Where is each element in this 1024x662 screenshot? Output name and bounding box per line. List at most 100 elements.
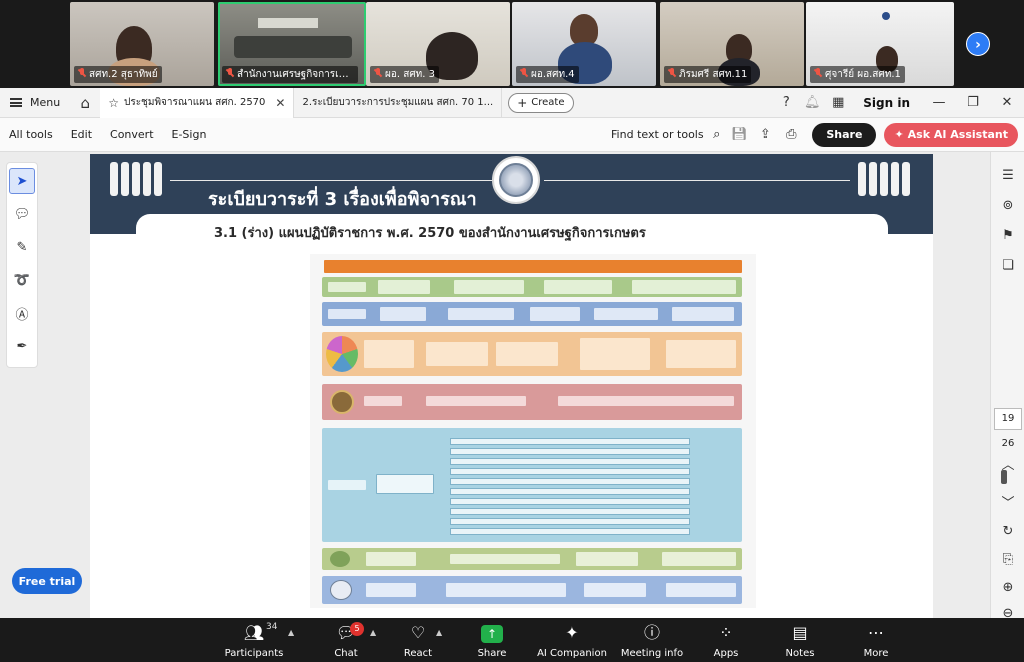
text-box-icon[interactable]: Ⓐ — [9, 300, 35, 326]
diagram-banner — [324, 260, 742, 273]
apps-grid-icon[interactable]: ▦ — [825, 88, 851, 118]
mic-muted-icon — [668, 68, 676, 78]
print-icon[interactable]: ⎙ — [778, 120, 804, 150]
participant-name: ผอ. สศท. 3 — [370, 66, 439, 83]
slide-title: ระเบียบวาระที่ 3 เรื่องเพื่อพิจารณา — [208, 189, 477, 210]
pdf-page: ระเบียบวาระที่ 3 เรื่องเพื่อพิจารณา 3.1 … — [90, 154, 933, 620]
mic-muted-icon — [520, 68, 528, 78]
diagram-row-level3 — [322, 332, 742, 376]
share-screen-button[interactable]: ↑ Share — [452, 622, 532, 659]
chevron-up-icon[interactable]: ▲ — [436, 628, 442, 637]
quick-tools-rail: ➤ 💬︎ ✎ ➰ Ⓐ ✒ — [6, 162, 38, 368]
mic-muted-icon — [78, 68, 86, 78]
convert-menu[interactable]: Convert — [101, 128, 163, 141]
notes-icon: ▤ — [792, 623, 808, 642]
more-icon: ⋯ — [868, 623, 884, 642]
participant-name: ศุจารีย์ ผอ.สศท.1 — [810, 66, 905, 83]
plus-icon: + — [517, 95, 528, 110]
rotate-icon[interactable]: ↻ — [991, 516, 1024, 546]
close-icon[interactable]: ✕ — [275, 96, 285, 110]
heart-icon: ♡ — [410, 623, 426, 642]
strategy-wheel-icon — [326, 336, 358, 372]
window-close-icon[interactable]: ✕ — [990, 95, 1024, 110]
chevron-up-icon[interactable]: ︿ — [991, 448, 1024, 478]
select-pointer-icon[interactable]: ➤ — [9, 168, 35, 194]
page-number-input[interactable]: 19 — [994, 408, 1022, 430]
sign-in-button[interactable]: Sign in — [851, 96, 922, 110]
participant-tile[interactable]: ผอ.สศท.4 — [512, 2, 656, 86]
participant-tile[interactable]: ผอ. สศท. 3 — [366, 2, 510, 86]
bell-icon[interactable]: 🔔︎ — [799, 88, 825, 118]
tab-label: 2.ระเบียบวาระการประชุมแผน สศก. 70 1... — [302, 97, 494, 108]
pages-panel-icon[interactable]: ❏ — [991, 250, 1024, 280]
ai-companion-button[interactable]: ✦ AI Companion — [532, 622, 612, 659]
star-icon[interactable]: ☆ — [108, 96, 119, 110]
save-icon[interactable]: 💾︎ — [726, 120, 752, 150]
more-button[interactable]: ⋯ More — [836, 622, 916, 659]
share-button[interactable]: Share — [812, 122, 877, 147]
esign-menu[interactable]: E-Sign — [163, 128, 216, 141]
diagram-row-plan-b — [322, 576, 742, 604]
apps-icon: ⁘ — [719, 623, 733, 642]
agency-seal-logo — [492, 156, 540, 204]
ai-sparkle-icon: ✦ — [894, 128, 904, 141]
highlight-pen-icon[interactable]: ✎ — [9, 234, 35, 260]
participants-button[interactable]: 👥︎ 34 Participants — [214, 622, 294, 659]
comments-panel-icon[interactable]: ☰ — [991, 160, 1024, 190]
diagram-row-level3-agency — [322, 428, 742, 542]
share-screen-icon: ↑ — [481, 625, 503, 643]
edit-menu[interactable]: Edit — [62, 128, 101, 141]
react-button[interactable]: ♡ React — [378, 622, 458, 659]
tab-label: ประชุมพิจารณาแผน สศก. 2570 — [123, 97, 266, 108]
restore-icon[interactable]: ❐ — [956, 95, 990, 110]
extract-page-icon[interactable]: ⎘ — [991, 544, 1024, 574]
header-stripes-right — [858, 162, 910, 196]
chevron-up-icon[interactable]: ▲ — [370, 628, 376, 637]
participant-tile[interactable]: ภิรมศรี สศท.11 — [660, 2, 804, 86]
header-line-right — [544, 180, 850, 181]
free-trial-button[interactable]: Free trial — [12, 568, 82, 594]
mic-muted-icon — [226, 68, 234, 78]
meeting-info-button[interactable]: ⓘ Meeting info — [612, 622, 692, 659]
participant-tile[interactable]: ศุจารีย์ ผอ.สศท.1 — [806, 2, 954, 86]
minimize-icon[interactable]: — — [922, 95, 956, 110]
bookmark-icon[interactable]: ⚑ — [991, 220, 1024, 250]
search-icon: ⌕ — [713, 127, 721, 142]
zoom-control-bar: 👥︎ 34 Participants ▲ 💬︎ 5 Chat ▲ ♡ React… — [0, 618, 1024, 662]
participant-tile[interactable]: สศท.2 สุธาทิพย์ — [70, 2, 214, 86]
all-tools-menu[interactable]: All tools — [0, 128, 62, 141]
notes-button[interactable]: ▤ Notes — [760, 622, 840, 659]
sign-pen-icon[interactable]: ✒ — [9, 333, 35, 359]
header-stripes-left — [110, 162, 162, 196]
right-tools-rail: ☰ ⊚ ⚑ ❏ 19 26 ︿ ﹀ ↻ ⎘ ⊕ ⊖ — [990, 152, 1024, 621]
apps-button[interactable]: ⁘ Apps — [686, 622, 766, 659]
freehand-draw-icon[interactable]: ➰ — [9, 267, 35, 293]
chevron-up-icon[interactable]: ▲ — [288, 628, 294, 637]
comment-icon[interactable]: 💬︎ — [9, 201, 35, 227]
tab-document-1[interactable]: ☆ ประชุมพิจารณาแผน สศก. 2570 ✕ — [100, 87, 295, 118]
participant-name: สศท.2 สุธาทิพย์ — [74, 66, 162, 83]
participants-icon: 👥︎ — [243, 623, 265, 642]
video-strip: สศท.2 สุธาทิพย์ สำนักงานเศรษฐกิจการเกษตร… — [0, 0, 1024, 88]
find-text-or-tools[interactable]: Find text or tools ⌕ — [605, 127, 726, 142]
next-participants-button[interactable]: › — [966, 32, 990, 56]
menu-button[interactable]: Menu — [0, 88, 70, 118]
chat-unread-badge: 5 — [350, 622, 364, 636]
participant-tile-active[interactable]: สำนักงานเศรษฐกิจการเกษตร (ห้... — [218, 2, 366, 86]
document-workspace: ➤ 💬︎ ✎ ➰ Ⓐ ✒ Free trial ระเบียบวาระที่ 3… — [0, 152, 1024, 621]
mic-muted-icon — [374, 68, 382, 78]
upload-icon[interactable]: ⇪ — [752, 120, 778, 150]
diagram-row-level4 — [322, 384, 742, 420]
content-card: 3.1 (ร่าง) แผนปฏิบัติราชการ พ.ศ. 2570 ขอ… — [136, 214, 888, 612]
home-icon[interactable]: ⌂ — [70, 88, 100, 118]
ask-ai-assistant-button[interactable]: ✦ Ask AI Assistant — [884, 122, 1018, 147]
sparkle-icon: ✦ — [565, 623, 579, 642]
participants-count: 34 — [266, 622, 278, 632]
create-button[interactable]: + Create — [508, 92, 574, 113]
menu-label: Menu — [30, 96, 61, 109]
link-icon[interactable]: ⊚ — [991, 190, 1024, 220]
plan-linkage-diagram — [310, 254, 756, 608]
chevron-down-icon[interactable]: ﹀ — [991, 486, 1024, 516]
help-icon[interactable]: ? — [773, 88, 799, 118]
tab-document-2[interactable]: 2.ระเบียบวาระการประชุมแผน สศก. 70 1... — [294, 87, 503, 118]
